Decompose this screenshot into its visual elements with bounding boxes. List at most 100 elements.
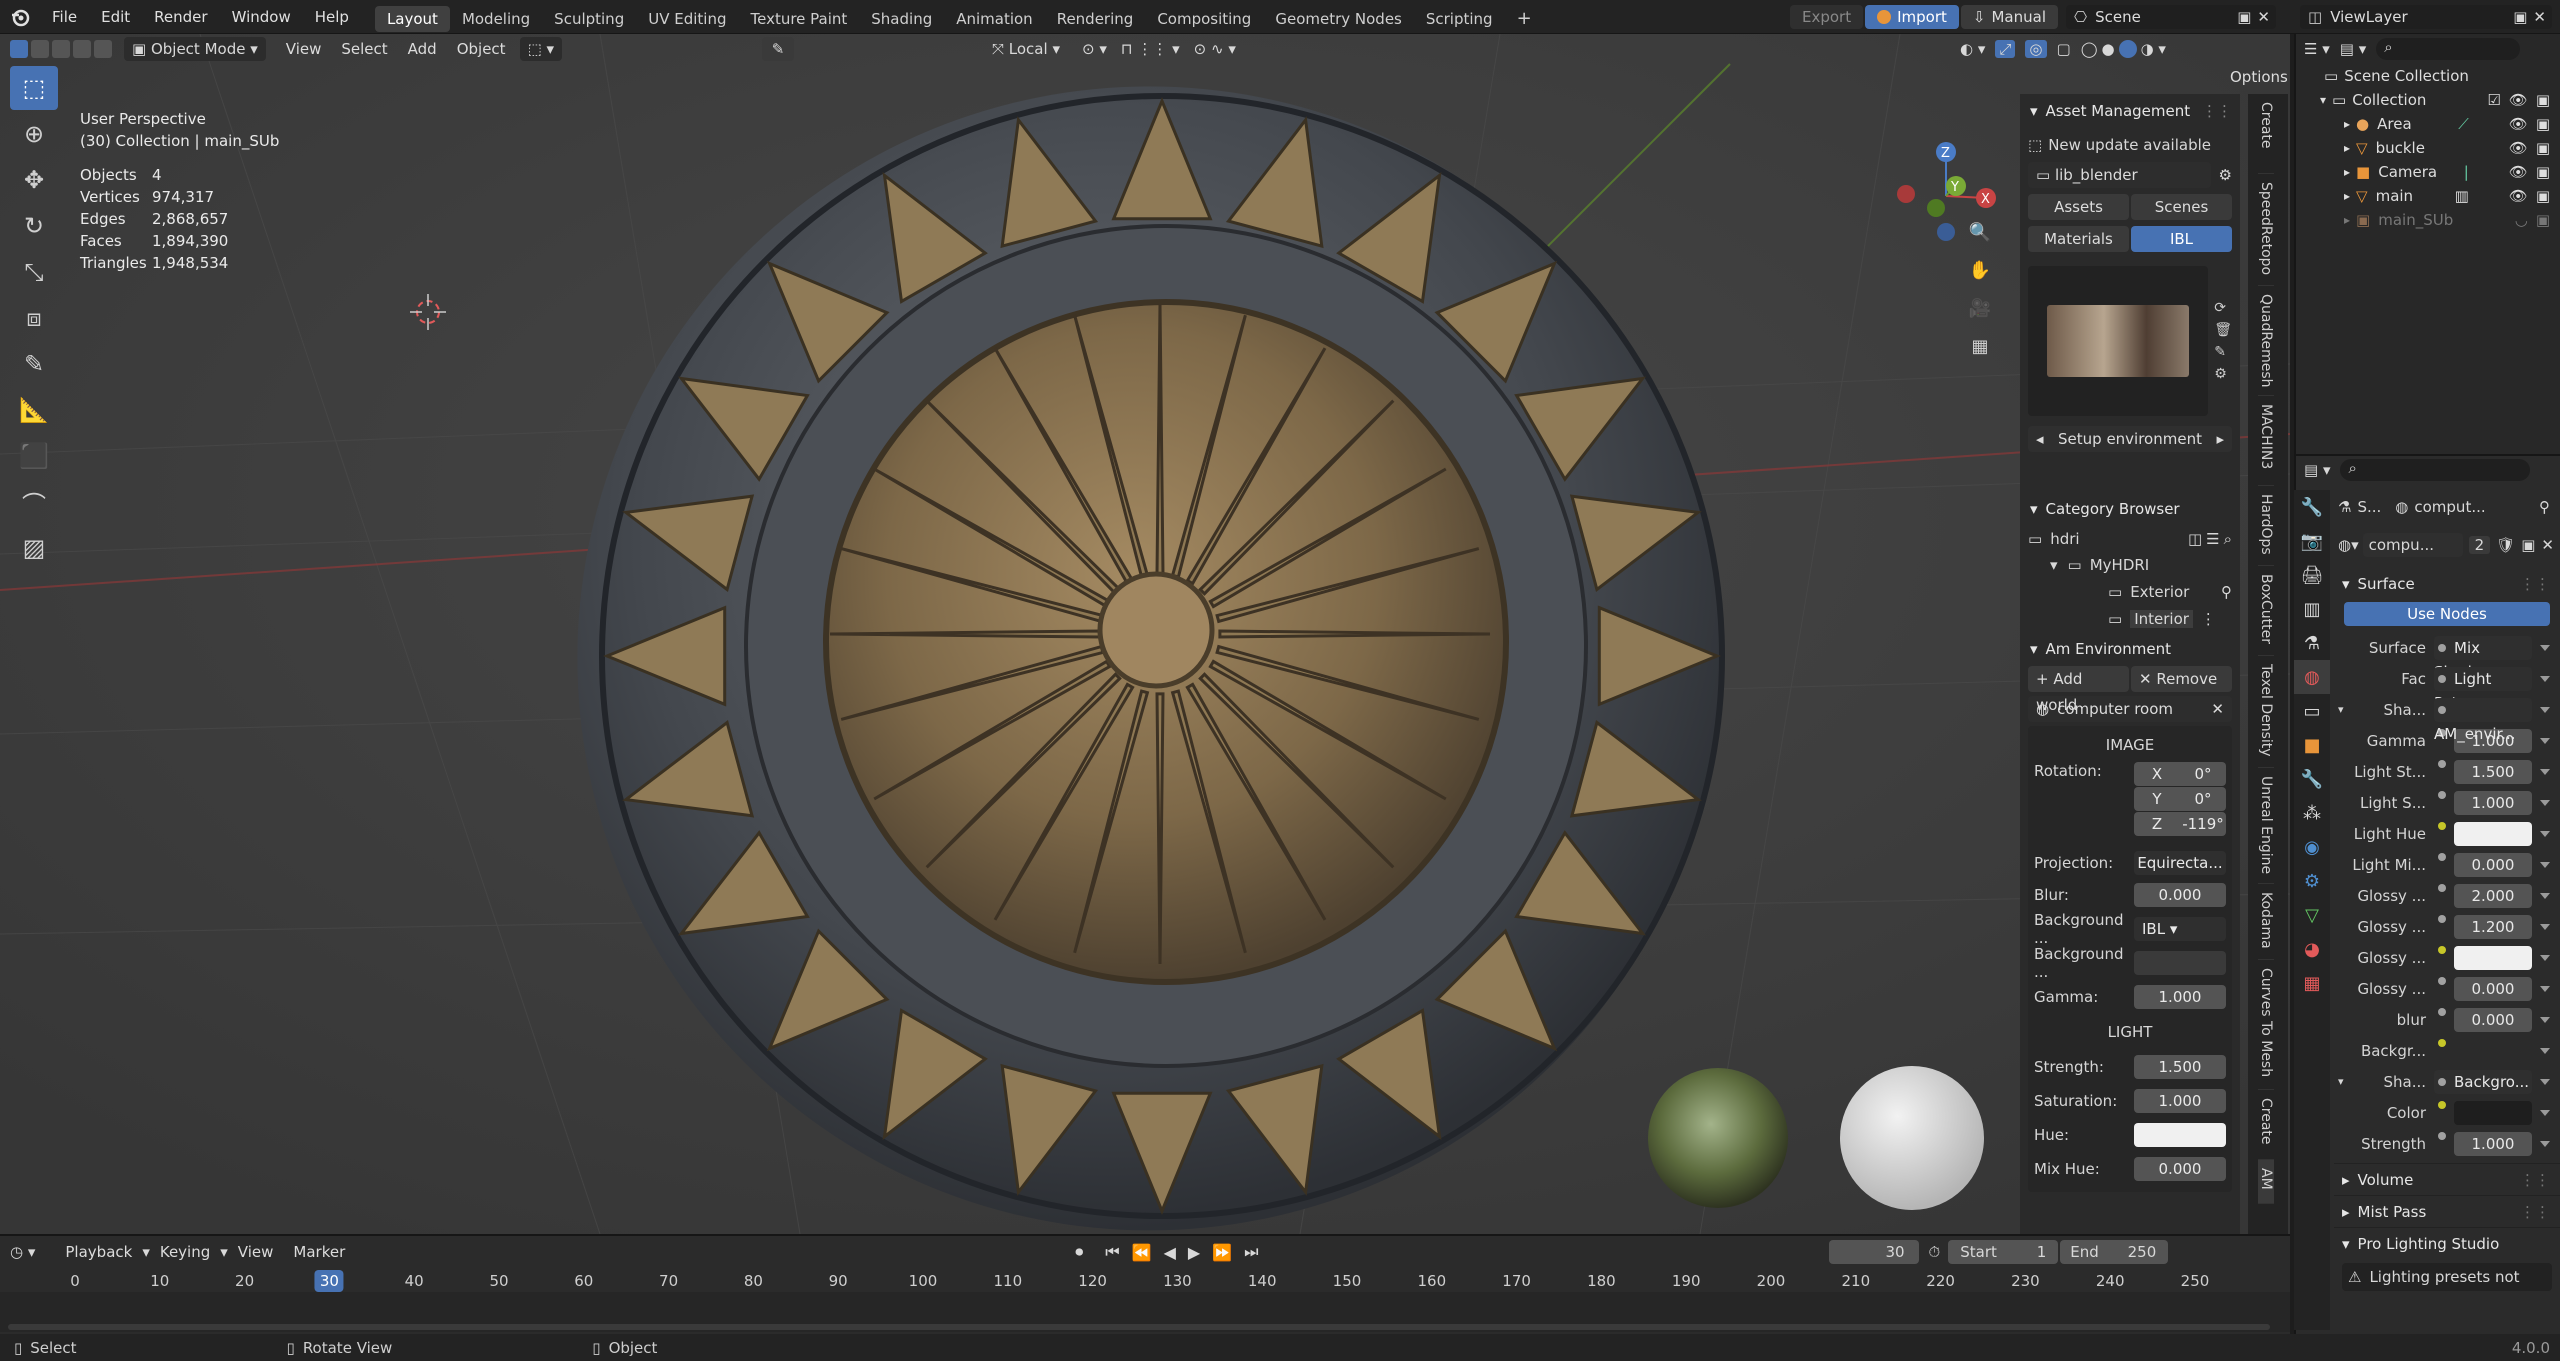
pin-icon[interactable]: ⚲ [2221,583,2232,601]
delete-scene-icon[interactable]: ✕ [2257,8,2270,26]
socket-menu-icon[interactable] [2540,1078,2550,1085]
drag-handle-icon[interactable]: ⋮⋮ [2520,1196,2550,1228]
playback-menu[interactable]: Playback [55,1240,142,1264]
property-field[interactable]: 1.000 [2434,1131,2532,1156]
outliner-search-input[interactable]: ⌕ [2376,38,2520,60]
render-camera-icon[interactable]: ▣ [2536,208,2550,232]
socket-menu-icon[interactable] [2540,799,2550,806]
prev-arrow-icon[interactable]: ◂ [2036,426,2044,452]
socket-menu-icon[interactable] [2540,1047,2550,1054]
image-tool-icon[interactable]: ▨ [10,526,58,570]
view-menu[interactable]: View [276,37,332,61]
expand-chevron-icon[interactable]: ▾ [2320,88,2326,112]
list-icon[interactable]: ☰ [2206,530,2219,548]
timeline-editor-icon[interactable]: ◷ ▾ [10,1243,35,1261]
render-tab-icon[interactable]: 📷 [2294,524,2330,558]
expand-chevron-icon[interactable]: ▸ [2344,112,2350,136]
record-icon[interactable]: ⏺ [1075,1242,1083,1262]
vtab-curves-to-mesh[interactable]: Curves To Mesh [2258,960,2274,1090]
surface-panel-header[interactable]: ▾ Surface ⋮⋮ [2334,568,2560,600]
object-tab-icon[interactable]: ■ [2294,728,2330,762]
play-icon[interactable]: ▶ [1188,1243,1200,1262]
jump-end-icon[interactable]: ⏭ [1244,1242,1258,1262]
drag-handle-icon[interactable]: ⋮⋮ [2520,1164,2550,1196]
select-menu[interactable]: Select [331,37,397,61]
workspace-tab-compositing[interactable]: Compositing [1145,6,1263,32]
visibility-eye-icon[interactable]: 👁 [2509,184,2528,208]
asset-management-header[interactable]: ▾ Asset Management ⋮⋮ [2020,94,2240,128]
scale-tool-icon[interactable]: ⤡ [10,250,58,294]
object-menu[interactable]: Object [447,37,516,61]
visibility-eye-icon[interactable]: 👁 [2509,160,2528,184]
workspace-tab-animation[interactable]: Animation [944,6,1044,32]
render-camera-icon[interactable]: ▣ [2536,136,2550,160]
socket-menu-icon[interactable] [2540,1109,2550,1116]
data-tab-icon[interactable]: ▽ [2294,898,2330,932]
vtab-texel-density[interactable]: Texel Density [2258,656,2274,768]
category-browser-header[interactable]: ▾ Category Browser [2020,492,2240,526]
scene-tab-icon[interactable]: ⚗ [2294,626,2330,660]
mix-hue-field[interactable]: 0.000 [2134,1157,2226,1181]
property-field[interactable] [2434,1038,2532,1063]
workspace-tab-sculpting[interactable]: Sculpting [542,6,636,32]
fake-user-icon[interactable]: 🛡 [2496,536,2515,554]
outliner-item[interactable]: ▸ ■ Camera | 👁 ▣ [2296,160,2560,184]
property-value[interactable]: 1.000 [2454,790,2532,815]
property-field[interactable]: 1.000 [2434,790,2532,815]
expand-chevron-icon[interactable]: ▸ [2344,160,2350,184]
shading-material-icon[interactable] [2118,40,2137,58]
more-options-icon[interactable]: ⋮ [2201,610,2216,628]
property-field[interactable]: AM_envir... [2434,697,2532,743]
socket-dot-icon[interactable] [2438,852,2446,861]
new-view-layer-icon[interactable]: ▣ [2513,8,2527,26]
shading-rendered-icon[interactable]: ◑ ▾ [2141,40,2166,58]
socket-dot-icon[interactable] [2438,1007,2446,1016]
camera-view-icon[interactable]: 🎥 [1962,290,1998,326]
outliner-item[interactable]: ▸ ● Area ⟋ 👁 ▣ [2296,112,2560,136]
property-value[interactable]: 1.500 [2454,759,2532,784]
socket-dot-icon[interactable] [2438,1131,2446,1140]
transform-tool-icon[interactable]: ⧈ [10,296,58,340]
pivot-icon[interactable]: ⊙ ▾ [1082,40,1107,58]
category-item-interior[interactable]: Interior [2130,609,2193,628]
rotation-y-field[interactable]: Y 0° [2134,787,2226,811]
workspace-tab-scripting[interactable]: Scripting [1414,6,1505,32]
property-field[interactable] [2434,945,2532,970]
exclude-checkbox-icon[interactable]: ☑ [2487,88,2500,112]
material-tab-icon[interactable]: ◕ [2294,932,2330,966]
scene-name[interactable]: Scene [2095,8,2237,26]
expand-chevron-icon[interactable]: ▾ [2338,703,2354,716]
library-settings-gear-icon[interactable]: ⚙ [2219,166,2232,184]
socket-dot-icon[interactable] [2438,883,2446,892]
vtab-speedretopo[interactable]: SpeedRetopo [2258,174,2274,286]
gizmo-toggle-icon[interactable]: ⤢ [1995,40,2016,58]
pro-lighting-panel-header[interactable]: ▾ Pro Lighting Studio [2334,1227,2560,1259]
view-layer-tab-icon[interactable]: ▥ [2294,592,2330,626]
vtab-machin3[interactable]: MACHIN3 [2258,396,2274,486]
select-box-tool-icon[interactable]: ⬚ [10,66,58,110]
property-value[interactable]: 0.000 [2454,852,2532,877]
socket-menu-icon[interactable] [2540,1140,2550,1147]
socket-menu-icon[interactable] [2540,768,2550,775]
playhead[interactable]: 30 [314,1270,344,1292]
select-mode-icons[interactable] [10,40,124,58]
visibility-eye-icon[interactable]: 👁 [2509,112,2528,136]
expand-chevron-icon[interactable]: ▾ [2050,556,2058,574]
socket-menu-icon[interactable] [2540,923,2550,930]
workspace-tab-layout[interactable]: Layout [374,5,450,32]
socket-dot-icon[interactable] [2438,914,2446,923]
property-field[interactable]: 1.500 [2434,759,2532,784]
category-root[interactable]: hdri [2050,530,2188,548]
category-item-exterior[interactable]: Exterior [2130,583,2221,601]
tab-materials[interactable]: Materials [2028,226,2129,252]
property-field[interactable]: Light Pat... [2434,666,2532,712]
socket-menu-icon[interactable] [2540,706,2550,713]
socket-menu-icon[interactable] [2540,954,2550,961]
current-frame-field[interactable]: 30 [1828,1240,1919,1264]
property-value[interactable]: 1.000 [2454,1131,2532,1156]
constraints-tab-icon[interactable]: ⚙ [2294,864,2330,898]
expand-chevron-icon[interactable]: ▾ [2338,1075,2354,1088]
collection-tab-icon[interactable]: ▭ [2294,694,2330,728]
users-count[interactable]: 2 [2468,536,2491,554]
tab-scenes[interactable]: Scenes [2131,194,2232,220]
